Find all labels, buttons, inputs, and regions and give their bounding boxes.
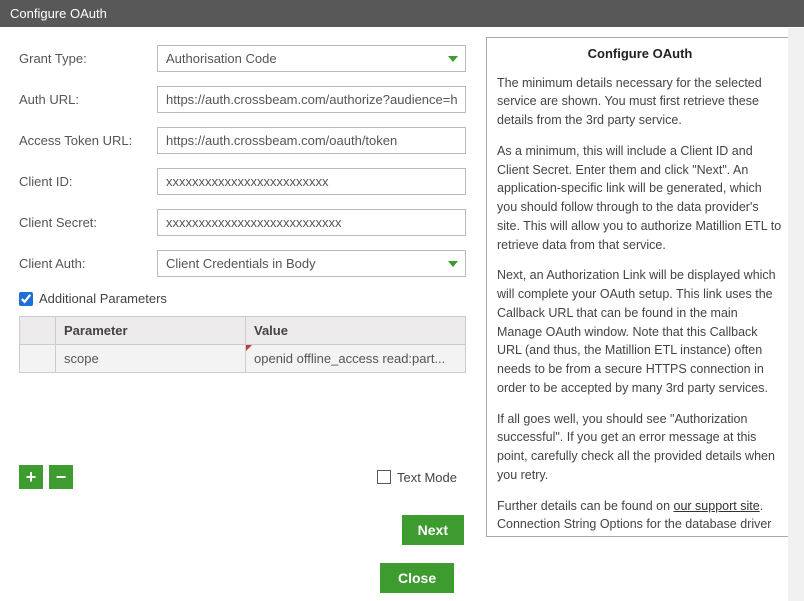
access-token-url-label: Access Token URL: — [19, 133, 157, 148]
text-mode-toggle[interactable]: Text Mode — [377, 470, 457, 485]
text-mode-checkbox[interactable] — [377, 470, 391, 484]
client-secret-label: Client Secret: — [19, 215, 157, 230]
cell-parameter[interactable]: scope — [56, 345, 246, 372]
auth-url-label: Auth URL: — [19, 92, 157, 107]
header-value: Value — [246, 317, 465, 344]
close-button[interactable]: Close — [380, 563, 454, 593]
client-secret-input[interactable] — [157, 209, 466, 236]
remove-button[interactable]: − — [49, 465, 73, 489]
help-text: The minimum details necessary for the se… — [497, 74, 783, 130]
help-panel: Configure OAuth The minimum details nece… — [486, 37, 794, 537]
text-mode-label: Text Mode — [397, 470, 457, 485]
access-token-url-input[interactable] — [157, 127, 466, 154]
support-site-link[interactable]: our support site — [674, 499, 760, 513]
client-auth-value[interactable] — [157, 250, 466, 277]
additional-params-label: Additional Parameters — [39, 291, 167, 306]
help-text: If all goes well, you should see "Author… — [497, 410, 783, 485]
window-title: Configure OAuth — [0, 0, 804, 27]
help-text: Further details can be found on our supp… — [497, 497, 783, 538]
client-auth-select[interactable] — [157, 250, 466, 277]
scrollbar[interactable] — [788, 28, 804, 601]
edit-marker-icon — [246, 345, 252, 351]
client-auth-label: Client Auth: — [19, 256, 157, 271]
help-text: Next, an Authorization Link will be disp… — [497, 266, 783, 397]
form-panel: Grant Type: Auth URL: Access Token URL: … — [0, 27, 480, 585]
add-button[interactable]: + — [19, 465, 43, 489]
auth-url-input[interactable] — [157, 86, 466, 113]
client-id-input[interactable] — [157, 168, 466, 195]
grant-type-select[interactable] — [157, 45, 466, 72]
additional-params-checkbox[interactable] — [19, 292, 33, 306]
help-title: Configure OAuth — [497, 44, 783, 64]
cell-value[interactable]: openid offline_access read:part... — [246, 345, 465, 372]
client-id-label: Client ID: — [19, 174, 157, 189]
help-text: As a minimum, this will include a Client… — [497, 142, 783, 255]
table-row[interactable]: scope openid offline_access read:part... — [20, 345, 465, 372]
grant-type-value[interactable] — [157, 45, 466, 72]
header-parameter: Parameter — [56, 317, 246, 344]
grant-type-label: Grant Type: — [19, 51, 157, 66]
params-table: Parameter Value scope openid offline_acc… — [19, 316, 466, 373]
table-header: Parameter Value — [20, 317, 465, 345]
next-button[interactable]: Next — [402, 515, 464, 545]
